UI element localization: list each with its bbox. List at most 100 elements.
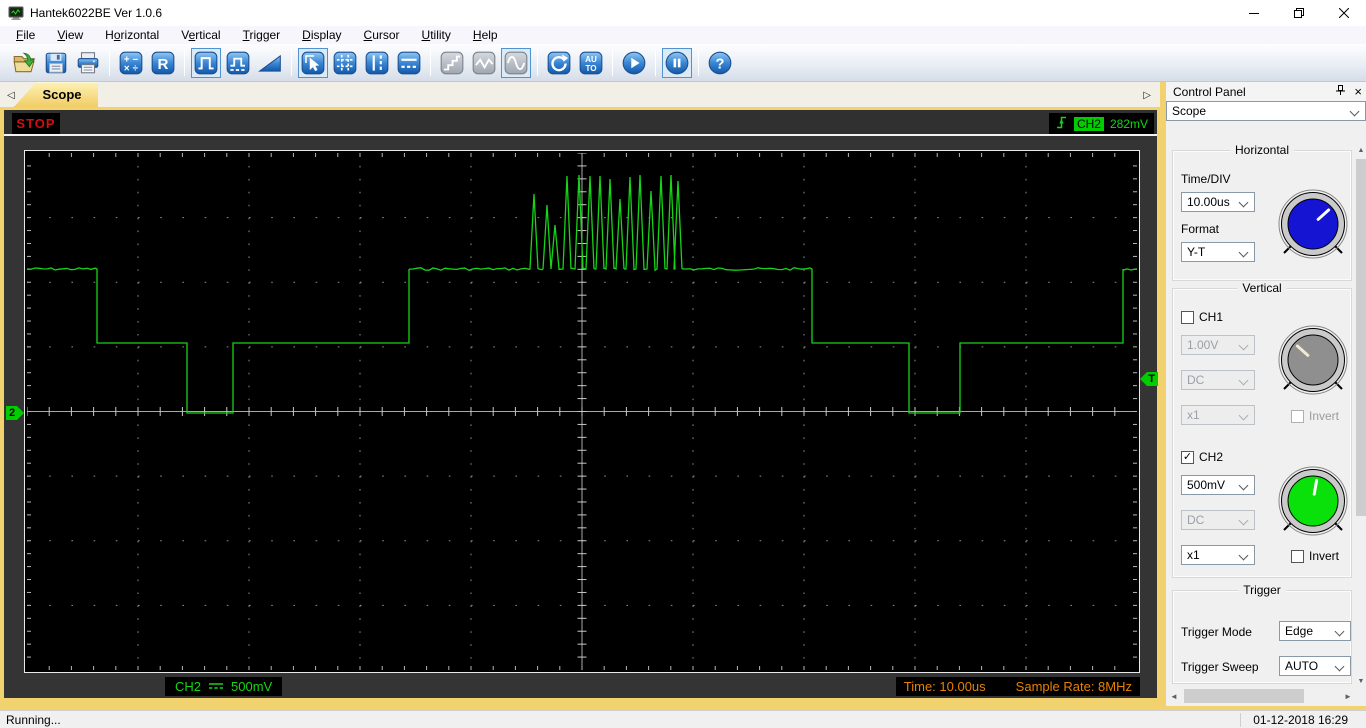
svg-text:R: R bbox=[158, 55, 169, 72]
menu-view[interactable]: View bbox=[46, 27, 94, 43]
trigger-mode-value: Edge bbox=[1285, 624, 1314, 638]
trigger-mode-label: Trigger Mode bbox=[1181, 625, 1252, 639]
menu-vertical[interactable]: Vertical bbox=[170, 27, 231, 43]
svg-text:?: ? bbox=[716, 56, 725, 72]
ch1-volts-value: 1.00V bbox=[1187, 338, 1219, 352]
trigger-mode-select[interactable]: Edge bbox=[1279, 621, 1351, 641]
save-button[interactable] bbox=[41, 48, 71, 78]
scroll-right-icon[interactable]: ► bbox=[1340, 692, 1356, 701]
ch2-coupling-select: DC bbox=[1181, 510, 1255, 530]
ch1-invert-label: Invert bbox=[1309, 409, 1340, 423]
workspace: ◁ Scope ▷ STOP CH2 282mV 2 T CH2 500mV T… bbox=[0, 82, 1366, 710]
open-button[interactable] bbox=[9, 48, 39, 78]
help-button[interactable]: ? bbox=[705, 48, 735, 78]
chevron-down-icon bbox=[1238, 340, 1249, 351]
ch2-invert-checkbox[interactable] bbox=[1291, 549, 1304, 563]
trigger-level-value: 282mV bbox=[1109, 116, 1148, 131]
menu-file[interactable]: File bbox=[5, 27, 46, 43]
trigger-level-marker[interactable]: T bbox=[1140, 372, 1158, 386]
ch1-row: CH1 bbox=[1181, 310, 1223, 324]
pulse-wave-button[interactable] bbox=[223, 48, 253, 78]
ch2-checkbox[interactable]: ✓ bbox=[1181, 450, 1194, 464]
print-button[interactable] bbox=[73, 48, 103, 78]
square-wave-button[interactable] bbox=[191, 47, 221, 78]
svg-text:TO: TO bbox=[585, 64, 596, 73]
cursor-button[interactable] bbox=[298, 47, 328, 78]
scope-top-strip: STOP CH2 282mV bbox=[4, 110, 1157, 136]
format-select[interactable]: Y-T bbox=[1181, 242, 1255, 262]
panel-selector-value: Scope bbox=[1172, 104, 1207, 118]
vertical-scroll-thumb[interactable] bbox=[1356, 159, 1366, 516]
vertical-scrollbar[interactable]: ▲ ▼ bbox=[1356, 143, 1366, 688]
minimize-button[interactable] bbox=[1231, 0, 1276, 26]
volts-per-div-value: 500mV bbox=[231, 679, 273, 694]
menu-horizontal[interactable]: Horizontal bbox=[94, 27, 170, 43]
time-div-label: Time/DIV bbox=[1181, 172, 1231, 186]
panel-selector-dropdown[interactable]: Scope bbox=[1166, 101, 1366, 121]
datetime-text: 01-12-2018 16:29 bbox=[1240, 712, 1366, 727]
pause-button[interactable] bbox=[662, 47, 692, 78]
horizontal-scroll-thumb[interactable] bbox=[1184, 689, 1304, 703]
horizontal-group: Horizontal Time/DIV 10.00us Format Y-T bbox=[1172, 143, 1352, 281]
zigzag-wave-button bbox=[469, 48, 499, 78]
svg-text:AU: AU bbox=[585, 54, 597, 63]
trigger-group-title: Trigger bbox=[1238, 583, 1286, 597]
play-button[interactable] bbox=[619, 48, 649, 78]
ch2-probe-select[interactable]: x1 bbox=[1181, 545, 1255, 565]
ch2-row: ✓ CH2 bbox=[1181, 450, 1223, 464]
sine-wave-button bbox=[501, 47, 531, 78]
ch1-invert-checkbox bbox=[1291, 409, 1304, 423]
horizontal-scrollbar[interactable]: ◄ ► bbox=[1166, 688, 1356, 704]
menu-trigger[interactable]: Trigger bbox=[232, 27, 292, 43]
menu-help[interactable]: Help bbox=[462, 27, 509, 43]
time-div-select[interactable]: 10.00us bbox=[1181, 192, 1255, 212]
horizontal-cursors-button[interactable] bbox=[394, 48, 424, 78]
pin-icon[interactable] bbox=[1335, 84, 1346, 99]
chevron-down-icon bbox=[1238, 375, 1249, 386]
scroll-down-icon[interactable]: ▼ bbox=[1356, 674, 1366, 688]
ch1-vertical-knob[interactable] bbox=[1276, 323, 1350, 397]
refresh-button[interactable] bbox=[544, 48, 574, 78]
ch2-volts-select[interactable]: 500mV bbox=[1181, 475, 1255, 495]
toolbar-separator bbox=[109, 49, 110, 76]
restore-button[interactable] bbox=[1276, 0, 1321, 26]
menu-utility[interactable]: Utility bbox=[411, 27, 462, 43]
tab-scope[interactable]: Scope bbox=[14, 82, 98, 107]
chevron-down-icon bbox=[1238, 480, 1249, 491]
ch2-vertical-knob[interactable] bbox=[1276, 464, 1350, 538]
toolbar-separator bbox=[698, 49, 699, 76]
toolbar-separator bbox=[291, 49, 292, 76]
auto-set-button[interactable]: AU TO bbox=[576, 48, 606, 78]
toolbar-separator bbox=[537, 49, 538, 76]
control-panel: Control Panel × Scope Horizontal Time/DI… bbox=[1166, 82, 1366, 706]
trigger-sweep-value: AUTO bbox=[1285, 659, 1319, 673]
trigger-sweep-select[interactable]: AUTO bbox=[1279, 656, 1351, 676]
panel-close-icon[interactable]: × bbox=[1354, 84, 1362, 99]
menu-bar: File View Horizontal Vertical Trigger Display… bbox=[0, 26, 1366, 44]
vertical-group-title: Vertical bbox=[1237, 281, 1287, 295]
ch1-coupling-select: DC bbox=[1181, 370, 1255, 390]
time-per-div-value: Time: 10.00us bbox=[903, 679, 986, 694]
tab-scroll-right-button[interactable]: ▷ bbox=[1140, 90, 1154, 101]
run-stop-indicator[interactable]: STOP bbox=[12, 113, 60, 134]
channel-label: CH2 bbox=[175, 679, 202, 694]
scroll-left-icon[interactable]: ◄ bbox=[1166, 692, 1182, 701]
time-div-value: 10.00us bbox=[1187, 195, 1230, 209]
math-button[interactable]: + − × ÷ bbox=[116, 48, 146, 78]
ramp-button[interactable] bbox=[255, 48, 285, 78]
menu-cursor[interactable]: Cursor bbox=[353, 27, 411, 43]
scroll-up-icon[interactable]: ▲ bbox=[1356, 143, 1366, 157]
horizontal-knob[interactable] bbox=[1276, 187, 1350, 261]
chevron-down-icon bbox=[1238, 410, 1249, 421]
close-button[interactable] bbox=[1321, 0, 1366, 26]
chevron-down-icon bbox=[1238, 247, 1249, 258]
grid-button[interactable] bbox=[330, 48, 360, 78]
channel2-position-marker[interactable]: 2 bbox=[6, 406, 24, 420]
ch1-checkbox[interactable] bbox=[1181, 310, 1194, 324]
vertical-cursors-button[interactable] bbox=[362, 48, 392, 78]
tab-scroll-left-button[interactable]: ◁ bbox=[4, 90, 18, 101]
menu-display[interactable]: Display bbox=[291, 27, 352, 43]
reference-button[interactable]: R bbox=[148, 48, 178, 78]
ch1-probe-select: x1 bbox=[1181, 405, 1255, 425]
ch1-coupling-value: DC bbox=[1187, 373, 1205, 387]
